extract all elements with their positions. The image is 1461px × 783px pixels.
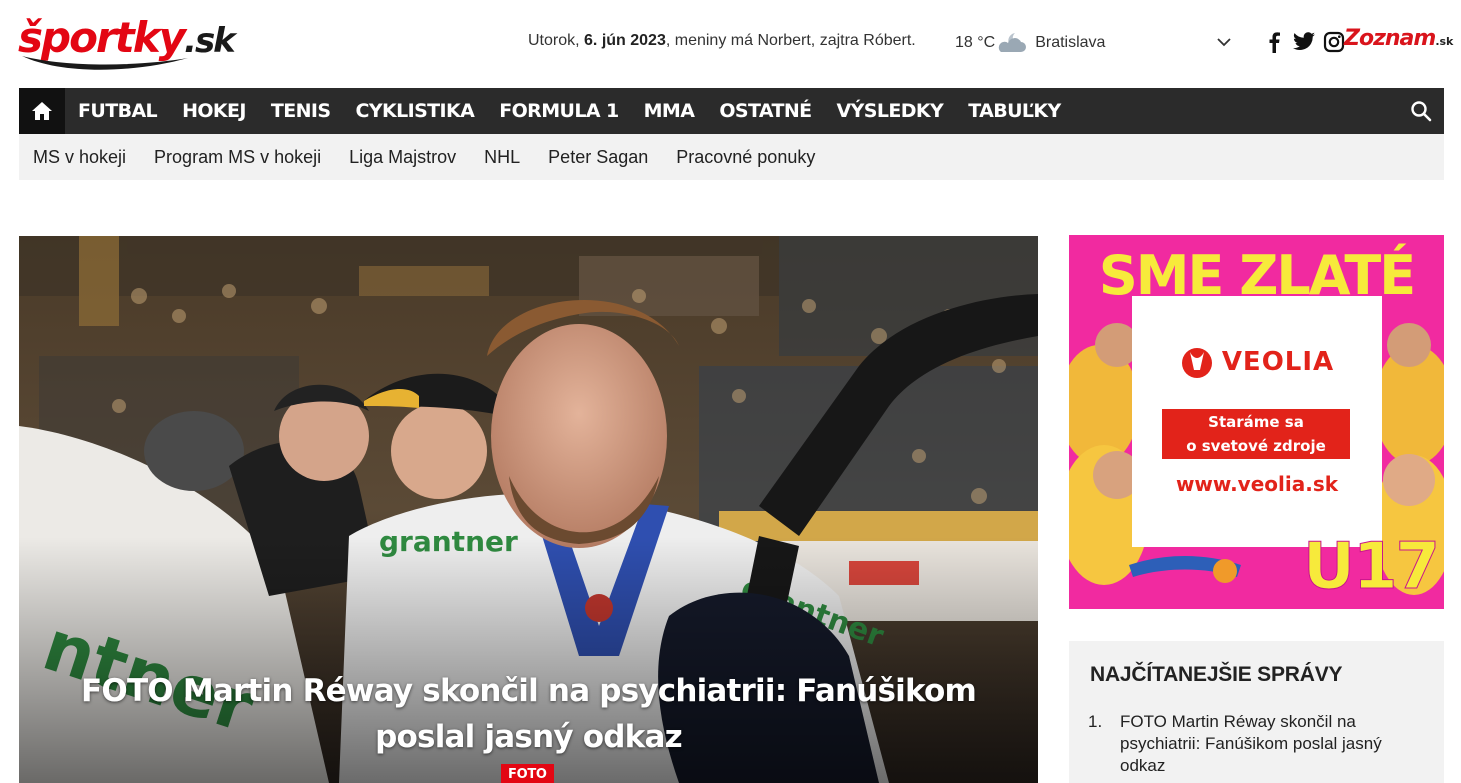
- ad-slogan-line-1: Staráme sa: [1208, 413, 1304, 431]
- veolia-logo-icon: [1181, 348, 1212, 378]
- zoznam-partner-logo[interactable]: Zoznam.sk: [1344, 26, 1453, 60]
- search-icon: [1411, 101, 1432, 122]
- most-read-list: 1. FOTO Martin Réway skončil na psychiat…: [1088, 711, 1424, 777]
- date-nameday-line: Utorok, 6. jún 2023, meniny má Norbert, …: [528, 32, 916, 50]
- ad-brand: VEOLIA: [1132, 344, 1382, 380]
- instagram-icon[interactable]: [1322, 30, 1346, 54]
- ad-white-box: VEOLIA Staráme sa o svetové zdroje www.v…: [1132, 296, 1382, 547]
- hero-article[interactable]: ntner grantner grantner FOTO Martin Réwa…: [19, 236, 1038, 783]
- ad-u17-text: U17: [1302, 530, 1440, 604]
- nav-item-ostatne[interactable]: OSTATNÉ: [719, 100, 812, 122]
- young-angels-badge-icon: [1129, 556, 1241, 583]
- date-text: 6. jún 2023: [584, 32, 666, 49]
- home-button[interactable]: [19, 88, 65, 141]
- most-read-rank: 1.: [1088, 712, 1103, 731]
- subnav-item-pracovne-ponuky[interactable]: Pracovné ponuky: [676, 147, 815, 168]
- main-navigation: FUTBAL HOKEJ TENIS CYKLISTIKA FORMULA 1 …: [19, 88, 1444, 141]
- partly-cloudy-night-icon: [999, 33, 1027, 52]
- veolia-advertisement[interactable]: SME ZLATÉ VEOLIA Staráme sa o svetové zd…: [1069, 235, 1444, 609]
- main-nav-items: FUTBAL HOKEJ TENIS CYKLISTIKA FORMULA 1 …: [78, 88, 1086, 134]
- subnav-item-nhl[interactable]: NHL: [484, 147, 520, 168]
- subnav-item-peter-sagan[interactable]: Peter Sagan: [548, 147, 648, 168]
- chevron-down-icon[interactable]: [1214, 34, 1234, 50]
- ad-slogan: Staráme sa o svetové zdroje: [1162, 409, 1350, 459]
- site-logo[interactable]: športky.sk: [18, 12, 238, 74]
- subnav-item-ms-v-hokeji[interactable]: MS v hokeji: [33, 147, 126, 168]
- hero-category-badge[interactable]: FOTO: [501, 764, 554, 783]
- zoznam-logo-suffix: .sk: [1435, 35, 1454, 48]
- weather-widget[interactable]: 18 °C Bratislava: [955, 30, 1105, 56]
- weather-temperature: 18 °C: [955, 34, 996, 51]
- nav-item-vysledky[interactable]: VÝSLEDKY: [837, 100, 944, 122]
- twitter-icon[interactable]: [1292, 30, 1316, 54]
- ad-brand-text: VEOLIA: [1221, 347, 1335, 377]
- nav-item-tabulky[interactable]: TABUĽKY: [968, 100, 1061, 122]
- nav-item-tenis[interactable]: TENIS: [271, 100, 331, 122]
- nav-item-futbal[interactable]: FUTBAL: [78, 100, 158, 122]
- facebook-icon[interactable]: [1262, 30, 1286, 54]
- social-links: [1262, 30, 1346, 54]
- sub-navigation: MS v hokeji Program MS v hokeji Liga Maj…: [19, 134, 1444, 180]
- subnav-item-liga-majstrov[interactable]: Liga Majstrov: [349, 147, 456, 168]
- weekday-text: Utorok,: [528, 32, 580, 49]
- most-read-item[interactable]: 1. FOTO Martin Réway skončil na psychiat…: [1088, 711, 1424, 777]
- weather-city: Bratislava: [1035, 34, 1106, 51]
- nav-item-cyklistika[interactable]: CYKLISTIKA: [356, 100, 475, 122]
- most-read-headline[interactable]: FOTO Martin Réway skončil na psychiatrii…: [1120, 711, 1424, 777]
- nav-item-mma[interactable]: MMA: [644, 100, 695, 122]
- zoznam-logo-text: Zoznam: [1344, 26, 1436, 51]
- ad-slogan-line-2: o svetové zdroje: [1186, 437, 1326, 455]
- logo-swoosh-icon: [22, 56, 188, 70]
- ad-url: www.veolia.sk: [1175, 472, 1339, 496]
- search-button[interactable]: [1408, 98, 1434, 124]
- nav-item-formula-1[interactable]: FORMULA 1: [499, 100, 619, 122]
- nameday-text: , meniny má Norbert, zajtra Róbert.: [665, 32, 916, 49]
- logo-suffix-text: .sk: [184, 21, 236, 61]
- most-read-title: NAJČÍTANEJŠIE SPRÁVY: [1090, 663, 1343, 686]
- hero-article-title[interactable]: FOTO Martin Réway skončil na psychiatrii…: [59, 668, 998, 760]
- most-read-panel: NAJČÍTANEJŠIE SPRÁVY 1. FOTO Martin Réwa…: [1069, 641, 1444, 783]
- nav-item-hokej[interactable]: HOKEJ: [182, 100, 246, 122]
- subnav-item-program-ms[interactable]: Program MS v hokeji: [154, 147, 321, 168]
- site-header: športky.sk Utorok, 6. jún 2023, meniny m…: [0, 0, 1461, 88]
- home-icon: [32, 102, 52, 120]
